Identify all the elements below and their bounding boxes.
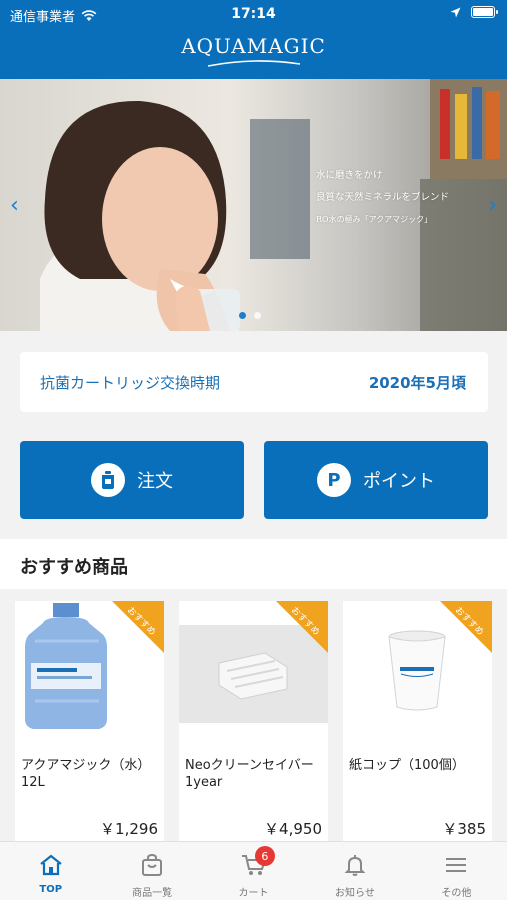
recommended-header: おすすめ商品 — [0, 539, 507, 589]
recommend-ribbon: おすすめ — [276, 601, 328, 653]
carousel-dot-1[interactable] — [239, 312, 246, 319]
tab-label: カート — [238, 888, 269, 899]
product-price: ￥4,950 — [264, 820, 322, 838]
hero-line-3: RO水の極み「アクアマジック」 — [316, 215, 433, 224]
battery-icon — [471, 6, 498, 18]
carousel-dot-2[interactable] — [254, 312, 261, 319]
logo-swoosh-icon — [207, 60, 301, 67]
tab-label: TOP — [39, 884, 63, 895]
carousel-dots — [239, 312, 261, 319]
hero-carousel[interactable]: 水に磨きをかけ 良質な天然ミネラルをブレンド RO水の極み「アクアマジック」 ‹… — [0, 79, 507, 331]
bag-icon — [138, 851, 166, 879]
status-time: 17:14 — [231, 6, 276, 22]
recommend-ribbon: おすすめ — [440, 601, 492, 653]
cart-badge: 6 — [254, 846, 275, 866]
point-icon: P — [317, 463, 351, 497]
home-icon — [37, 851, 65, 879]
recommended-title: おすすめ商品 — [20, 557, 128, 578]
water-bottle-icon — [91, 463, 125, 497]
tab-label: お知らせ — [335, 888, 375, 899]
cartridge-label: 抗菌カートリッジ交換時期 — [40, 373, 221, 392]
status-bar: 通信事業者 17:14 — [0, 0, 507, 28]
bell-icon — [341, 851, 369, 879]
location-arrow-icon — [450, 7, 461, 17]
product-price: ￥385 — [442, 820, 486, 838]
product-name: アクアマジック（水）12L — [21, 758, 151, 790]
product-card[interactable]: おすすめ 紙コップ（100個） ￥385 — [343, 601, 492, 841]
order-button[interactable]: 注文 — [20, 441, 244, 519]
tab-bar: TOP 商品一覧 6 カート お知らせ その他 — [0, 841, 507, 900]
recommend-ribbon: おすすめ — [112, 601, 164, 653]
hero-caption: 水に磨きをかけ 良質な天然ミネラルをブレンド RO水の極み「アクアマジック」 — [316, 165, 449, 231]
tab-top[interactable]: TOP — [0, 842, 101, 900]
tab-label: その他 — [441, 888, 472, 899]
carousel-next-icon[interactable]: › — [488, 193, 497, 218]
recommended-products: おすすめ アクアマジック（水）12L ￥1,296 おすすめ Neoクリーンセイ… — [0, 589, 507, 841]
tab-products[interactable]: 商品一覧 — [101, 842, 202, 900]
product-card[interactable]: おすすめ アクアマジック（水）12L ￥1,296 — [15, 601, 164, 841]
app-logo: AQUAMAGIC — [181, 34, 326, 58]
menu-icon — [442, 851, 470, 879]
product-name: Neoクリーンセイバー1year — [185, 758, 314, 790]
tab-notifications[interactable]: お知らせ — [304, 842, 405, 900]
tab-label: 商品一覧 — [132, 888, 173, 899]
app-header: 通信事業者 17:14 AQUAMAGIC — [0, 0, 507, 79]
product-price: ￥1,296 — [100, 820, 158, 838]
product-name: 紙コップ（100個） — [349, 758, 465, 773]
point-button-label: ポイント — [363, 471, 435, 492]
order-button-label: 注文 — [137, 471, 173, 492]
cartridge-date: 2020年5月頃 — [368, 373, 466, 392]
point-button[interactable]: P ポイント — [264, 441, 488, 519]
hero-line-1: 水に磨きをかけ — [316, 170, 383, 181]
tab-other[interactable]: その他 — [406, 842, 507, 900]
carousel-prev-icon[interactable]: ‹ — [10, 193, 19, 218]
hero-line-2: 良質な天然ミネラルをブレンド — [316, 192, 450, 203]
cartridge-replacement-card: 抗菌カートリッジ交換時期 2020年5月頃 — [20, 352, 488, 412]
status-indicators — [450, 6, 498, 18]
tab-cart[interactable]: 6 カート — [203, 842, 304, 900]
product-card[interactable]: おすすめ Neoクリーンセイバー1year ￥4,950 — [179, 601, 328, 841]
